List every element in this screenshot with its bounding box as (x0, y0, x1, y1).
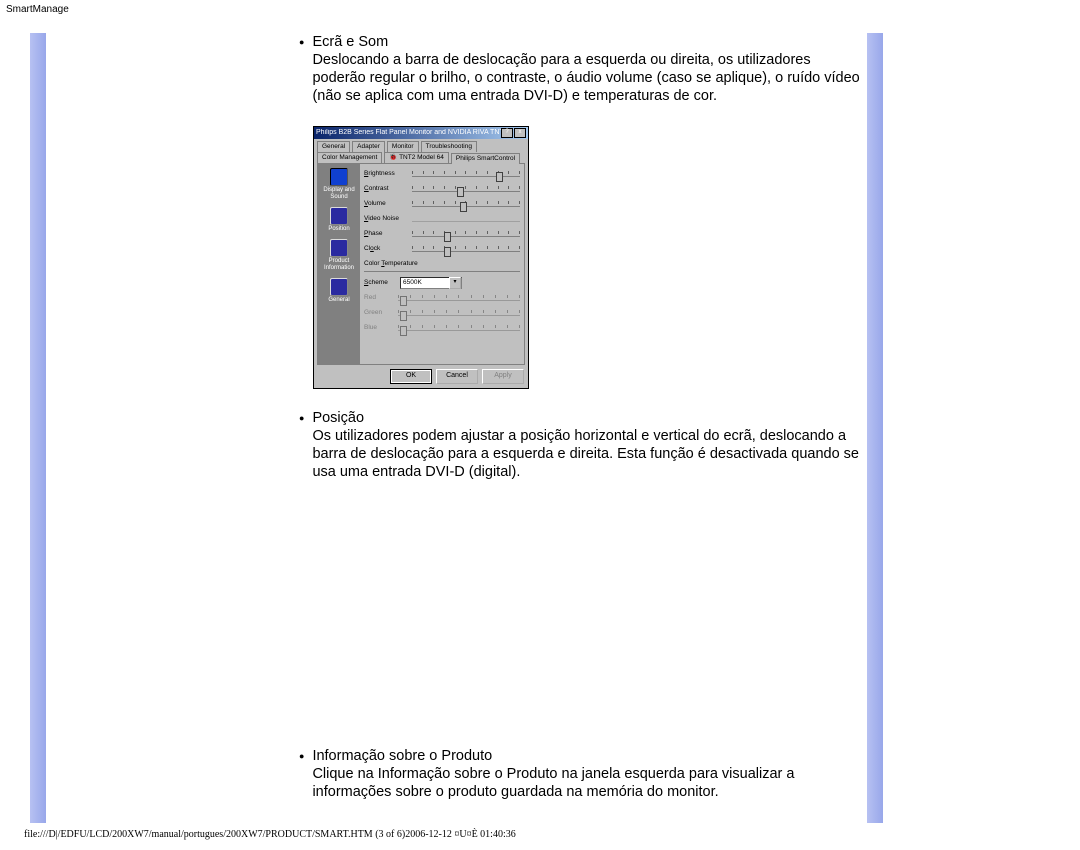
slider-label: Clock (364, 245, 408, 252)
slider-contrast[interactable] (412, 185, 520, 193)
divider (364, 271, 520, 272)
sidebar-item-product-info[interactable]: Product Information (321, 239, 357, 272)
sidebar-item-display-sound[interactable]: Display and Sound (321, 168, 357, 201)
main-list: ● Ecrã e Som Deslocando a barra de deslo… (43, 33, 863, 801)
slider-blue-row: Blue (364, 322, 520, 334)
section-title: Ecrã e Som (312, 34, 388, 50)
color-temp-heading: Color Temperature (364, 258, 520, 267)
tab-smartcontrol[interactable]: Philips SmartControl (451, 153, 520, 164)
controls-pane: Brightness Contrast (360, 164, 524, 364)
slider-brightness-row: Brightness (364, 168, 520, 180)
slider-video-noise (412, 215, 520, 223)
win-titlebar: Philips B2B Series Flat Panel Monitor an… (314, 127, 528, 139)
scheme-row: Scheme 6500K ▾ (364, 277, 520, 289)
ok-button[interactable]: OK (390, 369, 432, 384)
cancel-button[interactable]: Cancel (436, 369, 478, 384)
slider-label: Brightness (364, 170, 408, 177)
scheme-label: Scheme (364, 279, 394, 286)
bullet-text: Informação sobre o Produto Clique na Inf… (312, 747, 863, 801)
section-desc: Os utilizadores podem ajustar a posição … (312, 428, 859, 480)
win-dialog: Philips B2B Series Flat Panel Monitor an… (313, 126, 529, 389)
slider-contrast-row: Contrast (364, 183, 520, 195)
slider-videonoise-row: Video Noise (364, 213, 520, 225)
slider-label: Volume (364, 200, 408, 207)
slider-green-row: Green (364, 307, 520, 319)
tab-adapter[interactable]: Adapter (352, 141, 385, 152)
left-rail (0, 21, 43, 823)
apply-button: Apply (482, 369, 524, 384)
side-nav: Display and Sound Position Product Infor… (318, 164, 360, 364)
section-title: Informação sobre o Produto (312, 748, 492, 764)
bullet-dot-icon: ● (299, 33, 312, 51)
bullet-text: Posição Os utilizadores podem ajustar a … (312, 409, 863, 482)
tab-rows: General Adapter Monitor Troubleshooting … (314, 139, 528, 163)
slider-brightness[interactable] (412, 170, 520, 178)
slider-clock[interactable] (412, 245, 520, 253)
tab-tnt2-label: TNT2 Model 64 (399, 154, 444, 161)
sidebar-item-general[interactable]: General (321, 278, 357, 304)
scheme-combo[interactable]: 6500K ▾ (400, 277, 462, 289)
monitor-icon (330, 278, 348, 296)
list-item: ● Ecrã e Som Deslocando a barra de deslo… (299, 33, 863, 389)
tab-monitor[interactable]: Monitor (387, 141, 419, 152)
list-item: ● Posição Os utilizadores podem ajustar … (299, 409, 863, 742)
content-column: ● Ecrã e Som Deslocando a barra de deslo… (43, 21, 863, 823)
sidebar-item-label: General (321, 297, 357, 304)
bullet-dot-icon: ● (299, 747, 312, 765)
page-header-label: SmartManage (0, 0, 1080, 15)
slider-label: Green (364, 309, 394, 316)
page-footer-path: file:///D|/EDFU/LCD/200XW7/manual/portug… (0, 823, 1080, 850)
dialog-screenshot: Philips B2B Series Flat Panel Monitor an… (313, 126, 863, 389)
slider-label: Video Noise (364, 215, 408, 222)
section-desc: Deslocando a barra de deslocação para a … (312, 52, 859, 104)
section-title: Posição (312, 410, 364, 426)
tab-tnt2[interactable]: 🐞 TNT2 Model 64 (384, 152, 449, 163)
page: ● Ecrã e Som Deslocando a barra de deslo… (0, 15, 1080, 823)
slider-clock-row: Clock (364, 243, 520, 255)
slider-volume-row: Volume (364, 198, 520, 210)
sidebar-item-label: Display and Sound (321, 187, 357, 201)
slider-phase-row: Phase (364, 228, 520, 240)
sidebar-item-label: Product Information (321, 258, 357, 272)
tab-troubleshooting[interactable]: Troubleshooting (421, 141, 477, 152)
slider-volume[interactable] (412, 200, 520, 208)
right-stripe (867, 33, 883, 823)
win-body: Display and Sound Position Product Infor… (317, 163, 525, 365)
monitor-icon (330, 239, 348, 257)
monitor-icon (330, 207, 348, 225)
tab-color-management[interactable]: Color Management (317, 152, 382, 163)
close-icon[interactable]: x (514, 128, 526, 138)
slider-phase[interactable] (412, 230, 520, 238)
win-help-icon[interactable]: ? (501, 128, 513, 138)
win-title-text: Philips B2B Series Flat Panel Monitor an… (316, 129, 501, 136)
spacer (299, 481, 863, 741)
slider-label: Phase (364, 230, 408, 237)
right-rail (867, 21, 885, 823)
bug-icon: 🐞 (389, 154, 397, 161)
tab-general[interactable]: General (317, 141, 350, 152)
bullet-text: Ecrã e Som Deslocando a barra de desloca… (312, 33, 863, 106)
list-item: ● Informação sobre o Produto Clique na I… (299, 747, 863, 801)
slider-red-row: Red (364, 292, 520, 304)
slider-red (398, 294, 520, 302)
slider-blue (398, 324, 520, 332)
scheme-value: 6500K (403, 279, 422, 286)
section-desc: Clique na Informação sobre o Produto na … (312, 766, 794, 800)
slider-green (398, 309, 520, 317)
dialog-button-row: OK Cancel Apply (314, 365, 528, 388)
slider-label: Blue (364, 324, 394, 331)
slider-label: Contrast (364, 185, 408, 192)
monitor-icon (330, 168, 348, 186)
chevron-down-icon[interactable]: ▾ (449, 277, 461, 289)
bullet-dot-icon: ● (299, 409, 312, 427)
slider-label: Red (364, 294, 394, 301)
sidebar-item-position[interactable]: Position (321, 207, 357, 233)
sidebar-item-label: Position (321, 226, 357, 233)
